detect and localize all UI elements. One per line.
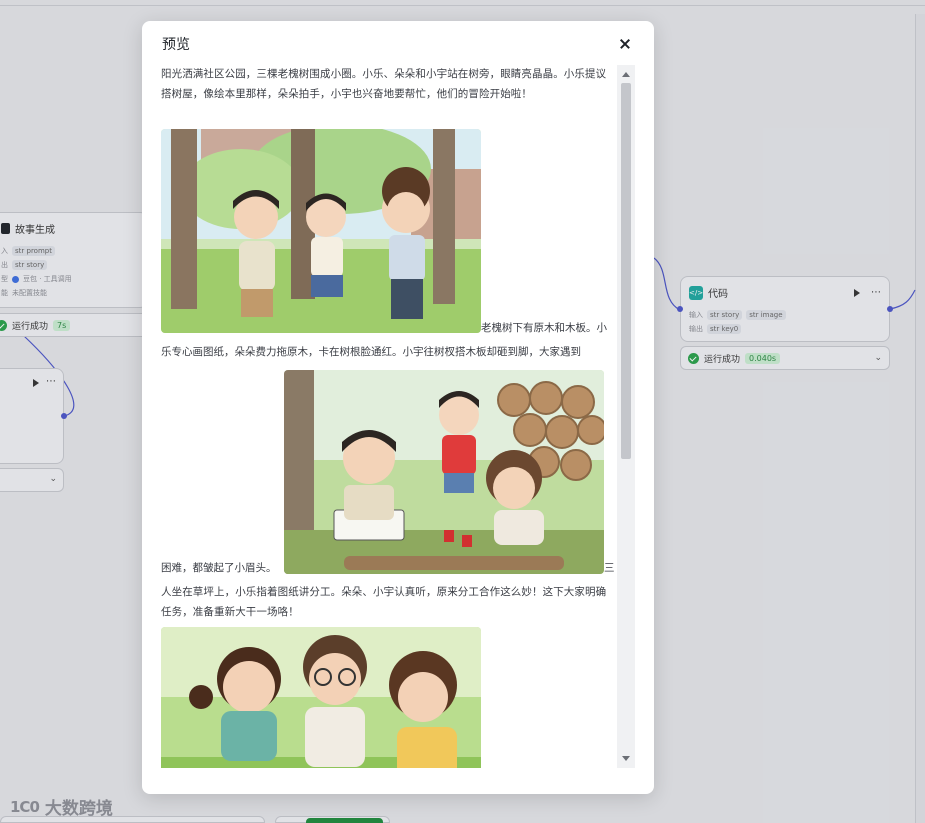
story-paragraph-2-line2: 乐专心画图纸，朵朵费力拖原木，卡在树根脸通红。小宇往树杈搭木板却砸到脚，大家遇到 [161,346,581,358]
close-icon[interactable] [614,33,636,55]
preview-content[interactable]: 阳光洒满社区公园，三棵老槐树围成小圈。小乐、朵朵和小宇站在树旁，眼睛亮晶晶。小乐… [161,65,617,768]
story-paragraph-2-start: 老槐树下有原木和木板。小 [481,322,607,334]
preview-modal: 预览 阳光洒满社区公园，三棵老槐树围成小圈。小乐、朵朵和小宇站在树旁，眼睛亮晶晶… [142,21,654,794]
scroll-down-arrow-icon[interactable] [622,756,630,761]
modal-title: 预览 [162,37,190,53]
content-scrollbar[interactable] [617,65,635,768]
story-image-1 [161,129,481,333]
scroll-up-arrow-icon[interactable] [622,72,630,77]
scroll-thumb[interactable] [621,83,631,459]
story-paragraph-3: 人坐在草坪上，小乐指着图纸讲分工。朵朵、小宇认真听，原来分工合作这么妙！这下大家… [161,586,607,618]
story-image-3 [161,627,481,768]
story-paragraph-2-end: 困难，都皱起了小眉头。 [161,562,277,574]
story-paragraph-3-start: 三 [604,562,615,574]
story-paragraph-1: 阳光洒满社区公园，三棵老槐树围成小圈。小乐、朵朵和小宇站在树旁，眼睛亮晶晶。小乐… [161,68,607,100]
story-image-2 [284,370,604,574]
